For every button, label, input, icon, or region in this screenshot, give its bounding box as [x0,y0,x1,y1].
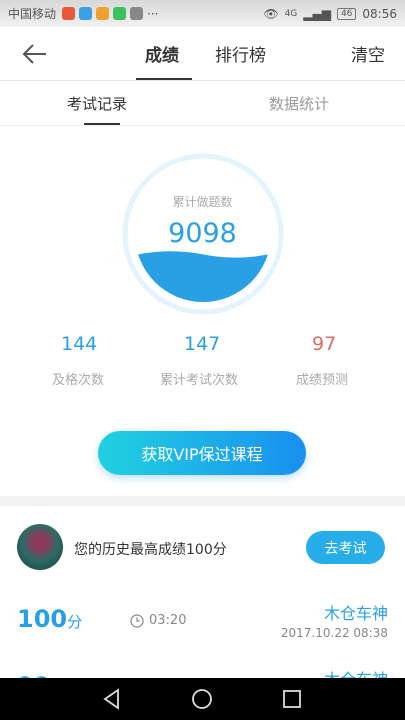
network-type: 4G [284,8,298,19]
avatar [17,524,63,570]
top-nav: 成绩 排行榜 清空 [0,27,405,81]
exam-count-label: 累计考试次数 [160,373,239,388]
notification-app-icon [62,7,76,20]
image-icon [130,7,144,20]
recent-apps-square-icon[interactable] [280,687,304,711]
tab-score[interactable]: 成绩 [145,41,179,66]
take-exam-button[interactable]: 去考试 [306,531,385,564]
tab-exam-records[interactable]: 考试记录 [67,93,127,114]
pass-count-value: 144 [61,333,98,355]
tab-leaderboard[interactable]: 排行榜 [215,41,266,66]
status-bar: 中国移动 ··· 👁 4G ▂▄▆ 46 08:56 [0,0,405,27]
exam-count-value: 147 [184,333,221,355]
section-divider [0,496,405,506]
record-score: 100分 [17,605,83,633]
battery-icon: 46 [336,7,357,20]
carrier-name: 中国移动 [8,7,57,21]
record-duration: 03:20 [130,613,186,628]
active-tab-indicator [136,78,192,80]
sub-tabs: 考试记录 数据统计 [0,82,405,126]
signal-icon: ▂▄▆ [303,6,331,21]
clear-button[interactable]: 清空 [351,41,385,66]
get-vip-course-button[interactable]: 获取VIP保过课程 [98,431,306,475]
notification-app-icon [96,7,110,20]
system-nav-bar [0,678,405,720]
record-username: 木仓车神 [323,604,388,623]
back-arrow-icon[interactable] [20,39,50,69]
active-subtab-indicator [84,123,120,125]
score-prediction-label: 成绩预测 [296,373,349,388]
message-icon [79,7,93,20]
clock: 08:56 [362,6,397,21]
eye-icon: 👁 [263,6,279,21]
gauge-label: 累计做题数 [172,195,233,209]
gauge-fill-wave [135,250,271,302]
score-prediction-value: 97 [312,333,337,355]
pass-count-label: 及格次数 [52,373,105,388]
total-questions-value: 9098 [168,218,237,249]
best-score-text: 您的历史最高成绩100分 [74,542,227,558]
home-circle-icon[interactable] [190,687,214,711]
back-triangle-icon[interactable] [100,687,124,711]
more-notifications-icon: ··· [147,6,159,21]
tab-data-statistics[interactable]: 数据统计 [269,93,329,114]
clock-icon [130,613,144,628]
wechat-icon [113,7,127,20]
record-date: 2017.10.22 08:38 [280,626,388,640]
